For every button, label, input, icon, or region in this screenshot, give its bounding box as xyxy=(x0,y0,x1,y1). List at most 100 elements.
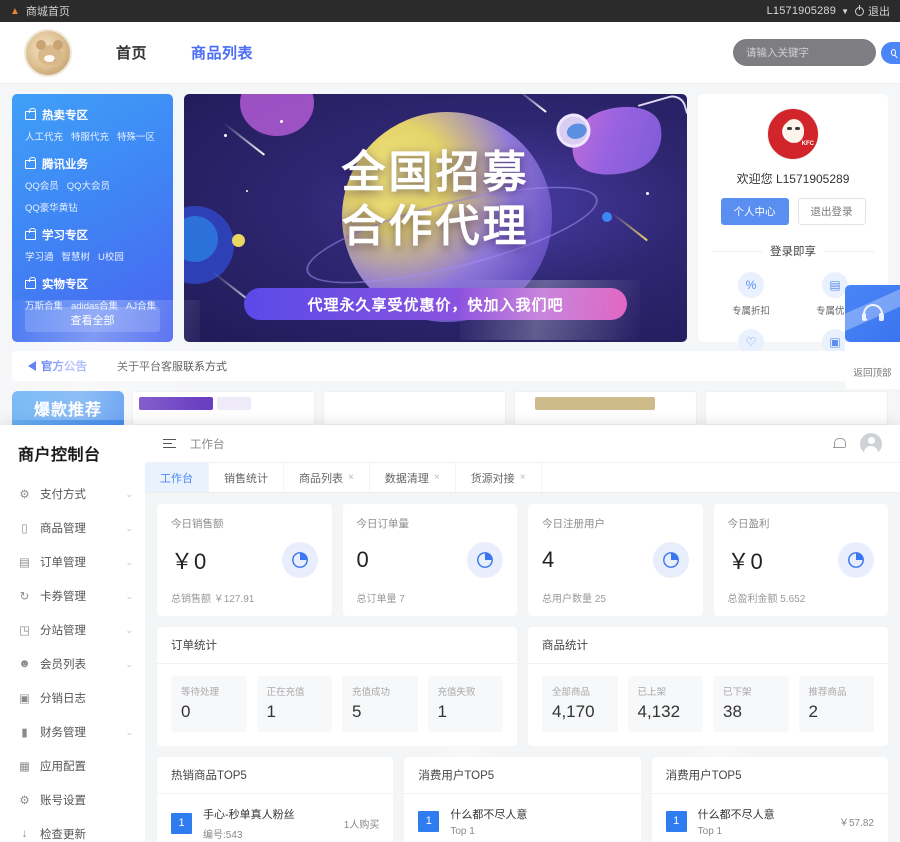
category-sub[interactable]: 特殊一区 xyxy=(117,129,155,143)
close-icon[interactable]: × xyxy=(348,472,354,483)
floating-widget: 返回顶部 xyxy=(845,285,900,389)
order-stat-success: 充值成功 5 xyxy=(342,676,418,732)
stat-card-row: 今日销售额 ￥0 总销售额 ￥127.91 今日订单量 0 总订单量 7 今日注… xyxy=(157,504,888,616)
category-sub[interactable]: QQ大会员 xyxy=(67,178,110,192)
category-sub[interactable]: QQ会员 xyxy=(25,178,59,192)
category-subs: QQ会员 QQ大会员 QQ豪华黄钻 xyxy=(25,178,160,214)
page-root: ▲ 商城首页 L1571905289 ▼ 退出 首页 商品列表 搜索 xyxy=(0,0,900,842)
category-sub[interactable]: QQ豪华黄钻 xyxy=(25,200,78,214)
list-item[interactable]: 1 什么都不尽人意 Top 1 ￥57.82 xyxy=(652,794,888,842)
logout-link[interactable]: 退出 xyxy=(855,3,890,19)
profile-button[interactable]: 个人中心 xyxy=(720,198,789,225)
bag-icon xyxy=(25,156,36,169)
category-title-label: 热卖专区 xyxy=(42,110,88,122)
avatar-tie xyxy=(789,142,799,154)
back-to-top-button[interactable]: 返回顶部 xyxy=(845,342,900,389)
category-title: 腾讯业务 xyxy=(25,156,160,172)
category-group-hot[interactable]: 热卖专区 人工代充 特服代充 特殊一区 xyxy=(25,107,160,143)
logout-button[interactable]: 退出登录 xyxy=(797,198,866,225)
statistics-panel-row: 订单统计 等待处理 0 正在充值 1 充值成功 5 充值失败 1 商品统计 全部… xyxy=(157,627,888,746)
menu-toggle-icon[interactable] xyxy=(163,438,176,449)
announcement-tag-label: 官方公告 xyxy=(41,361,87,373)
hot-product-card[interactable] xyxy=(323,391,506,425)
decorative-slash xyxy=(845,285,900,336)
sidebar-item-account-settings[interactable]: ⚙ 账号设置 xyxy=(0,783,145,817)
pie-chart-icon xyxy=(652,542,689,578)
close-icon[interactable]: × xyxy=(520,472,526,483)
list-item-name: 什么都不尽人意 xyxy=(697,809,775,821)
category-group-tencent[interactable]: 腾讯业务 QQ会员 QQ大会员 QQ豪华黄钻 xyxy=(25,156,160,214)
list-item-meta: ￥57.82 xyxy=(838,817,874,829)
category-sub[interactable]: 人工代充 xyxy=(25,129,63,143)
panel-title: 订单统计 xyxy=(157,627,517,664)
sidebar-item-distribution-log[interactable]: ▣ 分销日志 xyxy=(0,681,145,715)
chevron-down-icon: ▼ xyxy=(841,6,849,16)
top5-panel-row: 热销商品TOP5 1 手心-秒单真人粉丝 编号:543 1人购买 消费用户TOP… xyxy=(157,757,888,842)
site-logo[interactable] xyxy=(24,28,72,77)
search-input[interactable] xyxy=(733,46,881,59)
category-title-label: 腾讯业务 xyxy=(42,159,88,171)
notification-bell-icon[interactable] xyxy=(832,437,846,451)
close-icon[interactable]: × xyxy=(434,472,440,483)
panel-title: 热销商品TOP5 xyxy=(157,757,394,794)
tab-sales-stats[interactable]: 销售统计 xyxy=(209,463,284,492)
sidebar-item-app-config[interactable]: ▦ 应用配置 xyxy=(0,749,145,783)
hot-recommend-badge: 爆款推荐 xyxy=(12,391,124,425)
app-icon: ▦ xyxy=(19,761,30,773)
sidebar-item-payment[interactable]: ⚙ 支付方式 ⌄ xyxy=(0,477,145,511)
sidebar-item-orders[interactable]: ▤ 订单管理 ⌄ xyxy=(0,545,145,579)
sidebar-item-label: 分销日志 xyxy=(40,693,86,705)
category-sub[interactable]: 学习通 xyxy=(25,249,54,263)
tab-product-list[interactable]: 商品列表 × xyxy=(284,463,370,492)
nav-item-product-list[interactable]: 商品列表 xyxy=(191,42,253,63)
sidebar-item-products[interactable]: ▯ 商品管理 ⌄ xyxy=(0,511,145,545)
avatar-brand-text: KFC xyxy=(801,141,814,147)
mini-value: 1 xyxy=(266,702,276,721)
sidebar-item-finance[interactable]: ▮ 财务管理 ⌄ xyxy=(0,715,145,749)
category-sub[interactable]: 智慧树 xyxy=(62,249,91,263)
list-item[interactable]: 1 手心-秒单真人粉丝 编号:543 1人购买 xyxy=(157,794,393,842)
tab-data-cleanup[interactable]: 数据清理 × xyxy=(370,463,456,492)
nav-item-home[interactable]: 首页 xyxy=(116,42,147,63)
announcement-tag: 官方公告 xyxy=(28,358,87,374)
comet-graphic xyxy=(517,94,547,113)
site-header: 首页 商品列表 搜索 xyxy=(0,22,900,84)
tab-supply-docking[interactable]: 货源对接 × xyxy=(456,463,542,492)
perk-item-discount[interactable]: % 专属折扣 xyxy=(712,272,790,317)
hot-product-card[interactable] xyxy=(514,391,697,425)
browser-tab-title[interactable]: 商城首页 xyxy=(26,3,70,19)
console-tabs: 工作台 销售统计 商品列表 × 数据清理 × 货源对接 × xyxy=(145,463,900,493)
avatar[interactable]: KFC xyxy=(767,108,819,160)
log-icon: ▣ xyxy=(19,693,30,705)
sidebar-item-label: 支付方式 xyxy=(40,489,86,501)
category-sub[interactable]: 特服代充 xyxy=(71,129,109,143)
customer-service-button[interactable] xyxy=(845,285,900,342)
category-title: 学习专区 xyxy=(25,227,160,243)
list-item[interactable]: 1 什么都不尽人意 Top 1 xyxy=(404,794,640,842)
mini-label: 正在充值 xyxy=(266,687,305,698)
product-thumb xyxy=(535,397,655,410)
hot-product-card[interactable] xyxy=(132,391,315,425)
view-all-button[interactable]: 查看全部 xyxy=(25,307,160,332)
category-sub[interactable]: U校园 xyxy=(98,249,124,263)
sidebar-item-members[interactable]: ☻ 会员列表 ⌄ xyxy=(0,647,145,681)
mini-value: 4,132 xyxy=(637,702,681,721)
hot-product-card[interactable] xyxy=(705,391,888,425)
stat-value: 0 xyxy=(356,547,370,572)
promo-banner[interactable]: 全国招募 合作代理 代理永久享受优惠价，快加入我们吧 xyxy=(184,94,687,342)
account-menu[interactable]: L1571905289 ▼ xyxy=(767,5,849,17)
search-button[interactable]: 搜索 xyxy=(881,40,900,67)
bag-icon xyxy=(25,276,36,289)
mini-label: 推荐商品 xyxy=(808,687,847,698)
sidebar-item-cards[interactable]: ↻ 卡券管理 ⌄ xyxy=(0,579,145,613)
chevron-down-icon: ⌄ xyxy=(125,556,133,567)
search-icon xyxy=(891,49,896,56)
category-group-study[interactable]: 学习专区 学习通 智慧树 U校园 xyxy=(25,227,160,263)
announcement-text[interactable]: 关于平台客服联系方式 xyxy=(117,358,227,374)
download-icon: ↓ xyxy=(21,828,28,840)
sidebar-item-check-update[interactable]: ↓ 检查更新 xyxy=(0,817,145,842)
tab-workbench[interactable]: 工作台 xyxy=(145,463,209,492)
sidebar-item-substation[interactable]: ◳ 分站管理 ⌄ xyxy=(0,613,145,647)
banner-subtitle: 代理永久享受优惠价，快加入我们吧 xyxy=(244,288,627,320)
console-avatar[interactable] xyxy=(860,432,882,455)
